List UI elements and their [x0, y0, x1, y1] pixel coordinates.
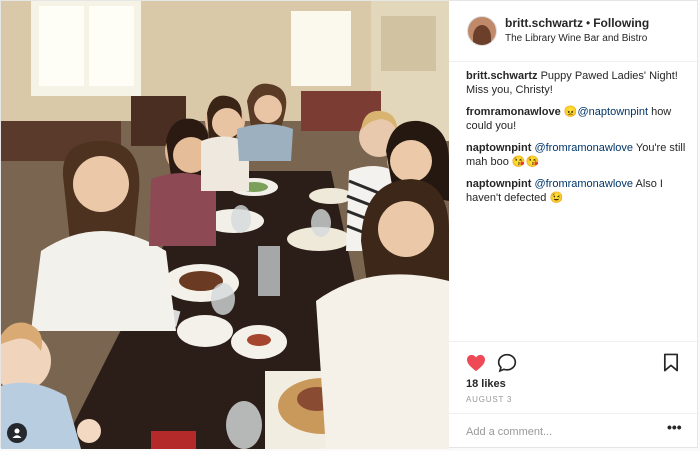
comment-item: britt.schwartz Puppy Pawed Ladies' Night…	[466, 69, 688, 97]
mention-link[interactable]: @fromramonawlove	[534, 142, 633, 154]
following-button[interactable]: Following	[593, 16, 649, 30]
comment-bubble-icon[interactable]	[497, 353, 517, 373]
avatar[interactable]	[467, 16, 497, 46]
post-sidebar: britt.schwartz • Following The Library Win…	[449, 1, 699, 449]
more-options-icon[interactable]: •••	[667, 419, 682, 435]
comment-text: 😠	[560, 106, 578, 118]
user-tag-glyph	[12, 428, 22, 438]
mention-link[interactable]: @fromramonawlove	[534, 178, 633, 190]
comment-item: naptownpint @fromramonawlove You're stil…	[466, 141, 688, 169]
likes-count[interactable]: 18 likes	[466, 378, 506, 390]
bookmark-icon[interactable]	[663, 353, 679, 372]
add-comment-bar: •••	[449, 413, 699, 451]
comment-username[interactable]: naptownpint	[466, 178, 531, 190]
post-header: britt.schwartz • Following The Library Win…	[449, 1, 699, 62]
user-tag-icon[interactable]	[7, 423, 27, 443]
comment-username[interactable]: fromramonawlove	[466, 106, 561, 118]
mention-link[interactable]: @naptownpint	[578, 106, 649, 118]
comment-username[interactable]: britt.schwartz	[466, 70, 538, 82]
header-user-line: britt.schwartz • Following	[505, 16, 649, 30]
location-link[interactable]: The Library Wine Bar and Bistro	[505, 33, 647, 44]
comments-list: britt.schwartz Puppy Pawed Ladies' Night…	[466, 69, 688, 213]
heart-filled-icon[interactable]	[466, 354, 486, 372]
photo-illustration	[1, 1, 449, 449]
post-date: AUGUST 3	[466, 395, 513, 404]
separator-dot: •	[586, 16, 591, 30]
comment-item: naptownpint @fromramonawlove Also I have…	[466, 177, 688, 205]
comment-username[interactable]: naptownpint	[466, 142, 531, 154]
add-comment-input[interactable]	[466, 422, 646, 442]
post-photo[interactable]	[1, 1, 449, 449]
action-bar: 18 likes AUGUST 3 •••	[449, 341, 699, 450]
username-link[interactable]: britt.schwartz	[505, 16, 583, 30]
comment-item: fromramonawlove 😠@naptownpint how could …	[466, 105, 688, 133]
instagram-post: britt.schwartz • Following The Library Win…	[0, 0, 699, 449]
